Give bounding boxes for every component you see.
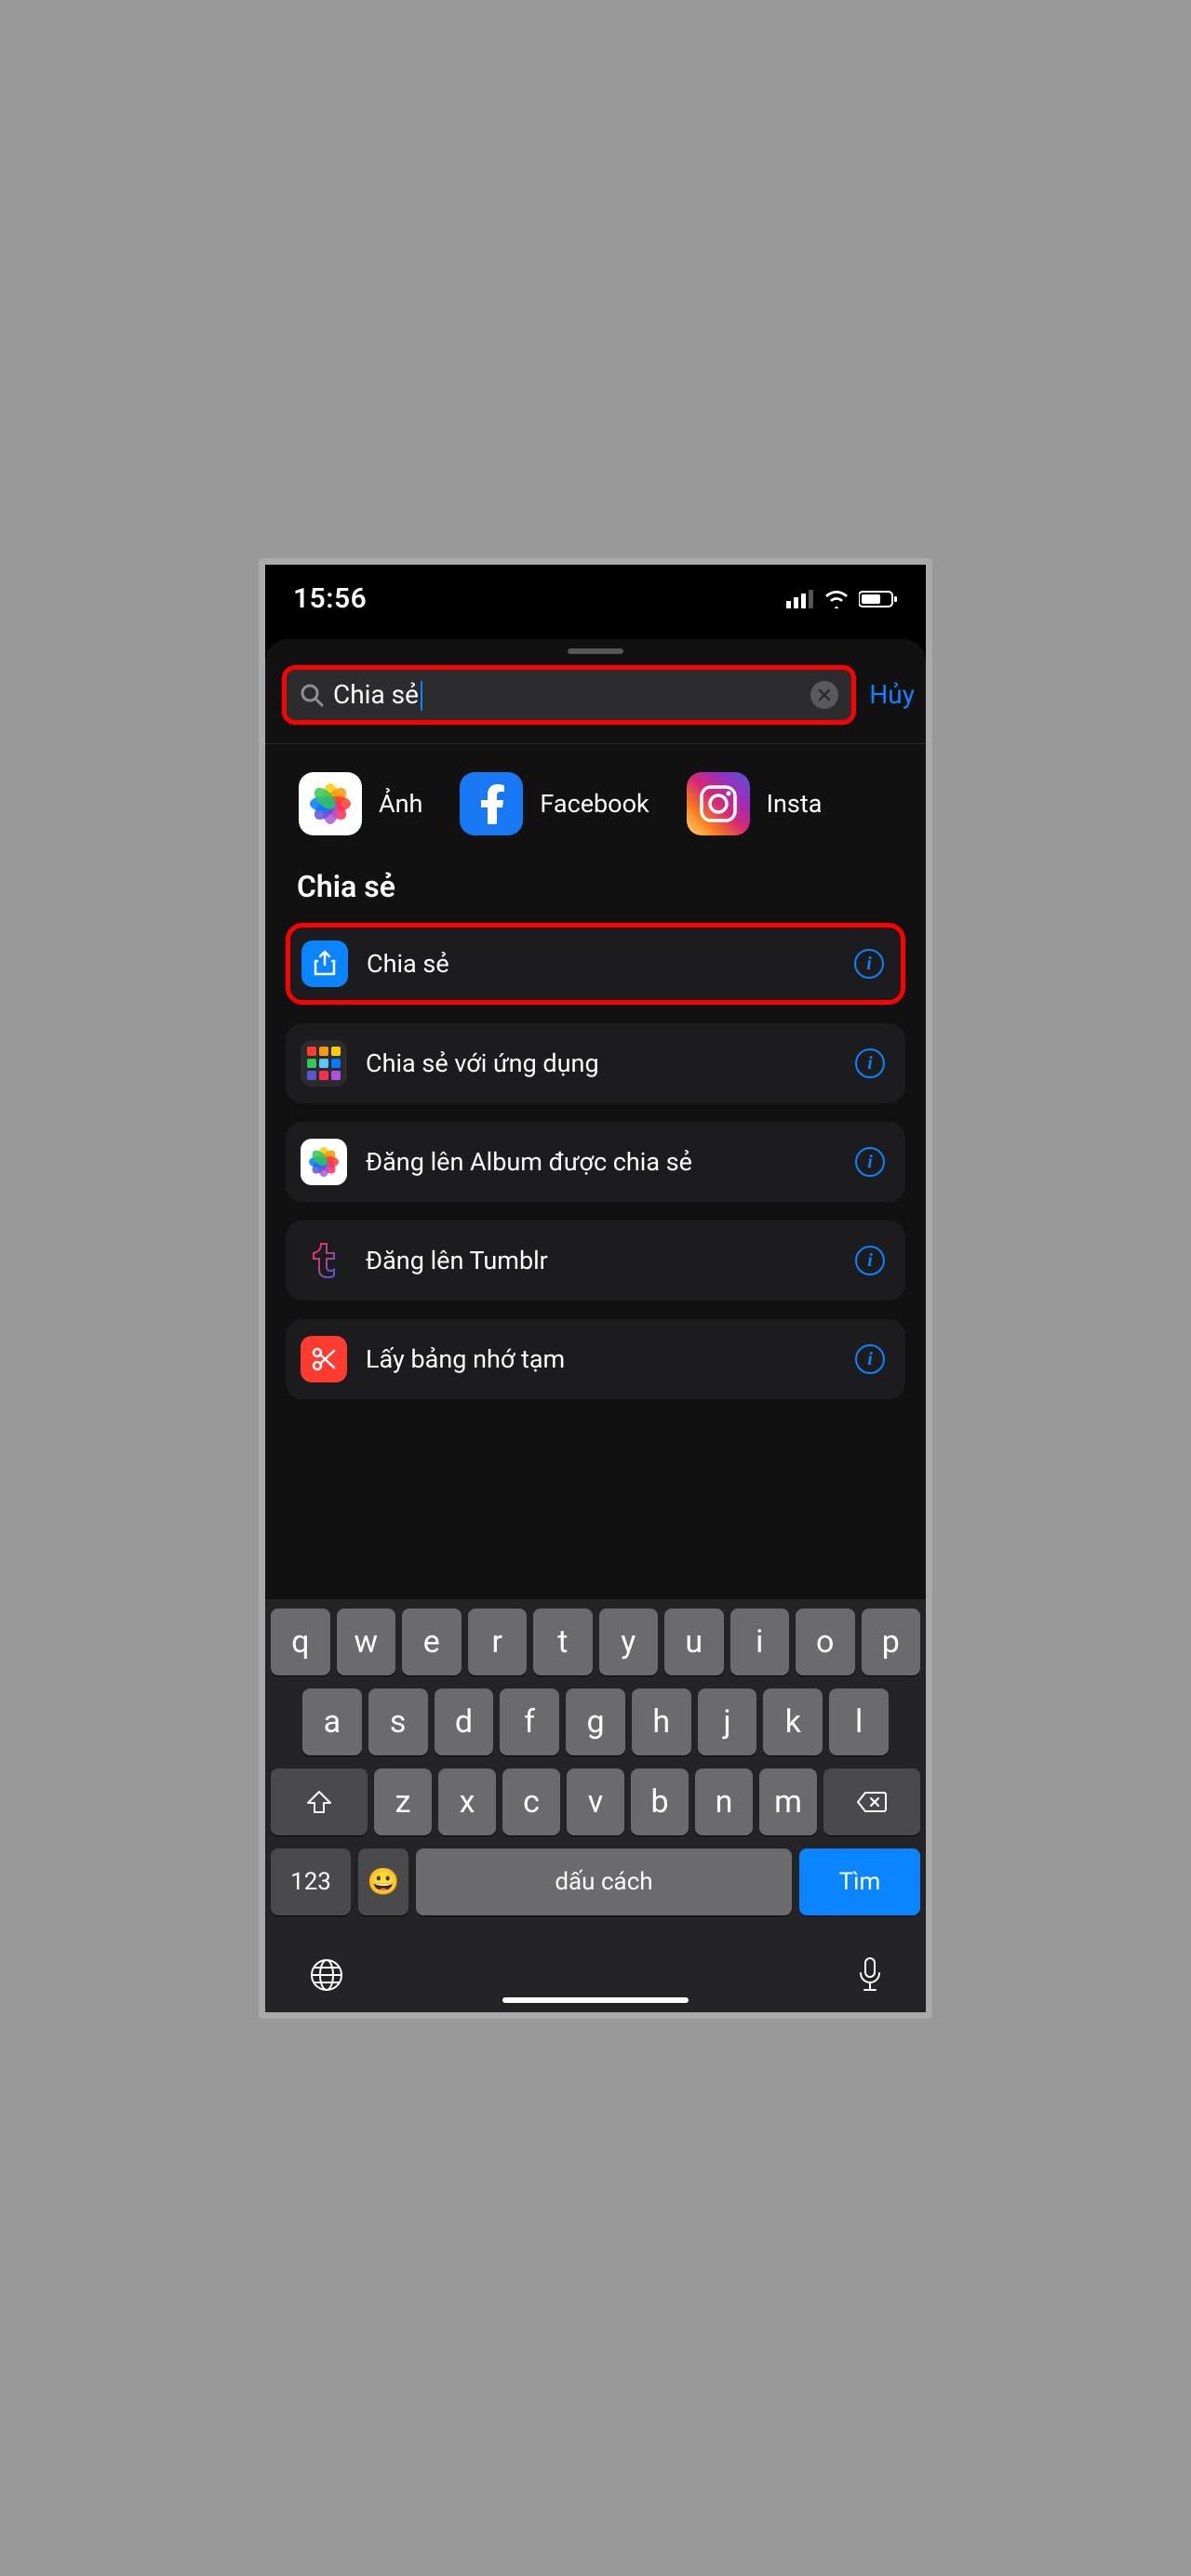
key-t[interactable]: t	[533, 1608, 593, 1675]
keyboard-bottom-row	[271, 1929, 920, 2005]
key-s[interactable]: s	[368, 1688, 428, 1755]
suggested-apps-row: Ảnh Facebook Insta	[265, 772, 926, 869]
battery-icon	[859, 590, 898, 608]
divider	[265, 743, 926, 744]
key-d[interactable]: d	[435, 1688, 494, 1755]
app-facebook[interactable]: Facebook	[460, 772, 649, 835]
key-y[interactable]: y	[599, 1608, 659, 1675]
status-icons	[786, 590, 898, 608]
key-q[interactable]: q	[271, 1608, 330, 1675]
key-space[interactable]: dấu cách	[416, 1849, 792, 1915]
apps-grid-icon	[301, 1040, 347, 1087]
action-post-tumblr[interactable]: Đăng lên Tumblr i	[286, 1221, 905, 1301]
app-label: Insta	[767, 789, 823, 819]
action-list: Chia sẻ i Chia sẻ với ứng dụng i	[265, 923, 926, 1399]
key-k[interactable]: k	[763, 1688, 823, 1755]
key-v[interactable]: v	[567, 1768, 624, 1835]
app-label: Facebook	[540, 789, 649, 819]
globe-icon[interactable]	[308, 1956, 345, 1994]
keyboard-row-3: z x c v b n m	[271, 1768, 920, 1835]
cellular-icon	[786, 590, 814, 608]
key-u[interactable]: u	[664, 1608, 724, 1675]
key-c[interactable]: c	[502, 1768, 560, 1835]
key-o[interactable]: o	[796, 1608, 855, 1675]
key-z[interactable]: z	[374, 1768, 432, 1835]
key-x[interactable]: x	[438, 1768, 496, 1835]
key-g[interactable]: g	[566, 1688, 625, 1755]
key-e[interactable]: e	[402, 1608, 462, 1675]
section-title: Chia sẻ	[265, 869, 926, 923]
action-label: Chia sẻ với ứng dụng	[366, 1048, 836, 1078]
shift-icon	[306, 1790, 332, 1814]
photos-app-icon	[299, 772, 362, 835]
key-m[interactable]: m	[759, 1768, 817, 1835]
key-backspace[interactable]	[823, 1768, 920, 1835]
keyboard-row-1: q w e r t y u i o p	[271, 1608, 920, 1675]
key-shift[interactable]	[271, 1768, 368, 1835]
key-h[interactable]: h	[632, 1688, 691, 1755]
keyboard-row-2: a s d f g h j k l	[271, 1688, 920, 1755]
app-photos[interactable]: Ảnh	[299, 772, 422, 835]
key-numbers[interactable]: 123	[271, 1849, 351, 1915]
search-row: Chia sẻ Hủy	[265, 665, 926, 744]
keyboard: q w e r t y u i o p a s d f g h j k l z	[265, 1599, 926, 2012]
key-j[interactable]: j	[698, 1688, 757, 1755]
search-icon	[300, 683, 324, 707]
key-f[interactable]: f	[500, 1688, 559, 1755]
cancel-button[interactable]: Hủy	[869, 679, 915, 710]
key-i[interactable]: i	[730, 1608, 790, 1675]
key-l[interactable]: l	[829, 1688, 889, 1755]
action-share[interactable]: Chia sẻ i	[286, 923, 905, 1005]
home-indicator[interactable]	[502, 1997, 689, 2003]
photos-icon	[301, 1139, 347, 1185]
action-label: Đăng lên Album được chia sẻ	[366, 1147, 836, 1177]
status-time: 15:56	[293, 582, 367, 615]
app-label: Ảnh	[379, 789, 422, 819]
scissors-icon	[301, 1336, 347, 1382]
action-get-clipboard[interactable]: Lấy bảng nhớ tạm i	[286, 1319, 905, 1399]
info-icon[interactable]: i	[855, 1147, 885, 1177]
tumblr-icon	[301, 1237, 347, 1284]
keyboard-row-4: 123 😀 dấu cách Tìm	[271, 1849, 920, 1915]
action-label: Lấy bảng nhớ tạm	[366, 1344, 836, 1374]
backspace-icon	[856, 1791, 888, 1813]
key-return[interactable]: Tìm	[799, 1849, 920, 1915]
facebook-app-icon	[460, 772, 523, 835]
info-icon[interactable]: i	[855, 1344, 885, 1374]
search-value: Chia sẻ	[324, 679, 810, 712]
search-input[interactable]: Chia sẻ	[282, 665, 856, 726]
key-b[interactable]: b	[631, 1768, 689, 1835]
key-n[interactable]: n	[695, 1768, 753, 1835]
action-label: Chia sẻ	[367, 949, 836, 979]
key-w[interactable]: w	[337, 1608, 396, 1675]
app-instagram[interactable]: Insta	[687, 772, 823, 835]
wifi-icon	[823, 590, 850, 608]
drag-handle[interactable]	[568, 648, 623, 654]
clear-search-icon[interactable]	[810, 681, 838, 709]
status-bar: 15:56	[265, 565, 926, 630]
instagram-app-icon	[687, 772, 750, 835]
action-share-with-apps[interactable]: Chia sẻ với ứng dụng i	[286, 1023, 905, 1103]
action-post-shared-album[interactable]: Đăng lên Album được chia sẻ i	[286, 1122, 905, 1202]
key-p[interactable]: p	[862, 1608, 921, 1675]
mic-icon[interactable]	[857, 1956, 883, 1994]
info-icon[interactable]: i	[854, 949, 884, 979]
share-icon	[301, 941, 348, 987]
key-emoji[interactable]: 😀	[358, 1849, 408, 1915]
info-icon[interactable]: i	[855, 1048, 885, 1078]
action-label: Đăng lên Tumblr	[366, 1246, 836, 1275]
key-r[interactable]: r	[468, 1608, 528, 1675]
phone-frame: 15:56 Chia sẻ Hủy	[259, 558, 932, 2019]
key-a[interactable]: a	[302, 1688, 362, 1755]
info-icon[interactable]: i	[855, 1246, 885, 1275]
